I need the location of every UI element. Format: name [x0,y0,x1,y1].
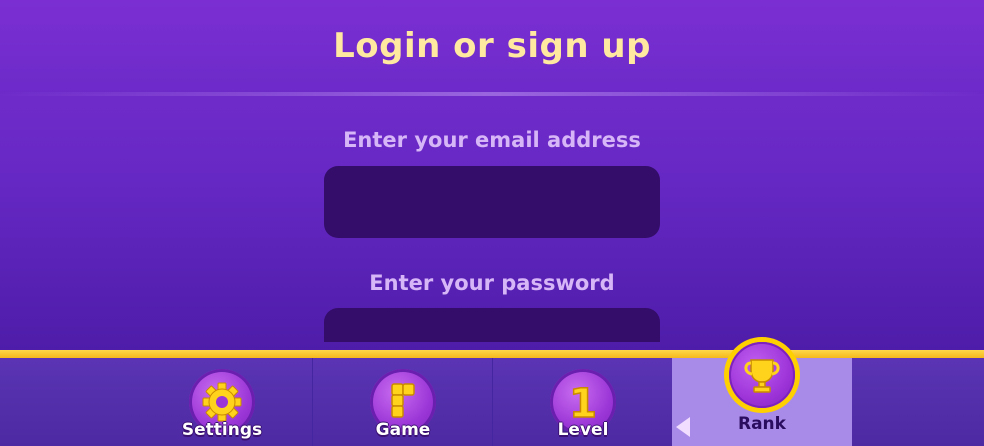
nav-label-game: Game [375,420,431,440]
trophy-icon [729,342,795,408]
page-title: Login or sign up [333,26,651,66]
nav-label-rank: Rank [738,414,786,434]
login-screen: Login or sign up Enter your email addres… [0,0,984,446]
bottom-nav-bar: Settings Game 1 Level Rank [0,342,984,446]
password-field[interactable] [324,308,660,342]
header-divider [0,92,984,96]
nav-item-game[interactable]: Game [312,358,492,446]
nav-label-settings: Settings [181,420,263,440]
email-label: Enter your email address [343,128,641,152]
email-field[interactable] [324,166,660,238]
nav-item-rank[interactable]: Rank [672,342,852,446]
password-label: Enter your password [369,271,615,295]
nav-item-settings[interactable]: Settings [132,358,312,446]
active-tab-pointer-icon [676,417,690,437]
nav-label-level: Level [557,420,609,440]
nav-gold-stripe [0,350,984,358]
nav-item-level[interactable]: 1 Level [492,358,672,446]
